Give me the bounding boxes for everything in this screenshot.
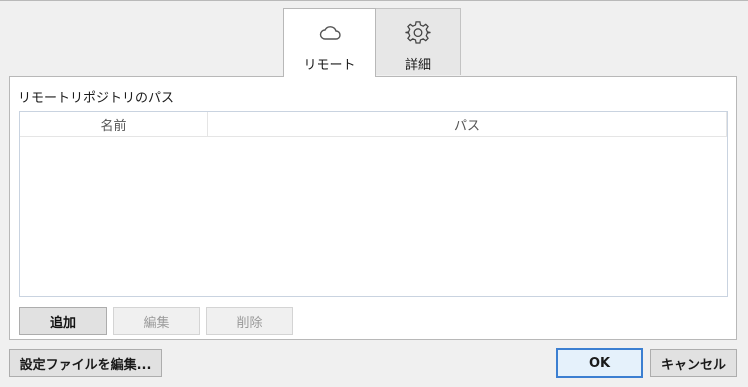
edit-button[interactable]: 編集 <box>113 307 200 335</box>
top-divider <box>0 0 748 1</box>
delete-button[interactable]: 削除 <box>206 307 293 335</box>
remote-paths-table[interactable]: 名前 パス <box>19 111 728 297</box>
cloud-icon <box>319 21 341 45</box>
remote-paths-label: リモートリポジトリのパス <box>18 91 175 106</box>
column-header-path[interactable]: パス <box>208 112 727 136</box>
remote-panel: リモートリポジトリのパス 名前 パス 追加 編集 削除 <box>9 76 737 340</box>
table-header: 名前 パス <box>20 112 727 137</box>
ok-button[interactable]: OK <box>556 348 643 378</box>
add-button[interactable]: 追加 <box>19 307 107 335</box>
tab-details-label: 詳細 <box>404 58 431 73</box>
tab-remote[interactable]: リモート <box>283 8 376 77</box>
column-header-name[interactable]: 名前 <box>20 112 208 136</box>
tab-details[interactable]: 詳細 <box>376 8 461 75</box>
cancel-button[interactable]: キャンセル <box>650 349 737 377</box>
tab-remote-label: リモート <box>303 58 356 73</box>
edit-settings-file-button[interactable]: 設定ファイルを編集... <box>9 349 162 377</box>
gear-icon <box>405 21 431 45</box>
